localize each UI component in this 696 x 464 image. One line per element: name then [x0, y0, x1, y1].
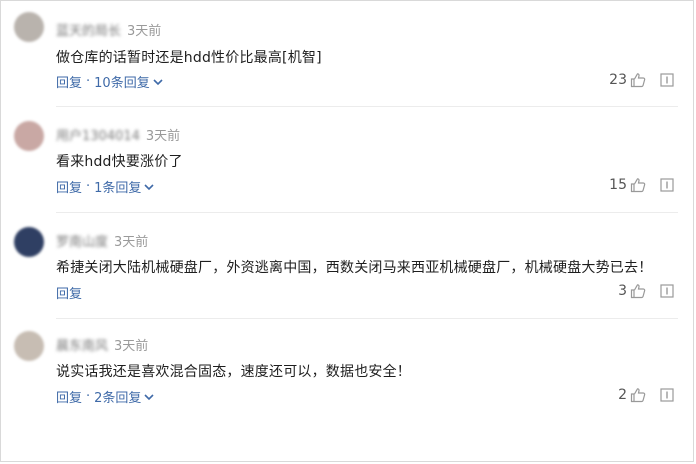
separator-dot: · [86, 179, 91, 194]
thumb-up-icon[interactable] [630, 283, 646, 299]
separator-dot: · [86, 389, 91, 404]
timestamp: 3天前 [127, 24, 162, 39]
comment-side-actions: 15 [609, 177, 674, 193]
report-icon[interactable] [660, 388, 674, 402]
avatar[interactable] [14, 121, 44, 151]
comment-meta: 蓝天的局长 3天前 [56, 20, 161, 39]
comment-meta: 用户1304014 3天前 [56, 125, 180, 144]
chevron-down-icon[interactable] [152, 76, 164, 88]
comment-meta: 晨东南风 3天前 [56, 335, 148, 354]
avatar[interactable] [14, 227, 44, 257]
thumb-up-icon[interactable] [630, 72, 646, 88]
chevron-down-icon[interactable] [143, 181, 155, 193]
comment-text: 看来hdd快要涨价了 [56, 154, 183, 170]
like-count: 15 [609, 177, 627, 193]
avatar[interactable] [14, 12, 44, 42]
report-icon[interactable] [660, 73, 674, 87]
report-icon[interactable] [660, 178, 674, 192]
thumb-up-icon[interactable] [630, 177, 646, 193]
comment-side-actions: 3 [618, 283, 674, 299]
reply-button[interactable]: 回复 [56, 177, 82, 196]
thumb-up-icon[interactable] [630, 387, 646, 403]
like-count: 2 [618, 387, 627, 403]
username[interactable]: 晨东南风 [56, 339, 108, 354]
reply-button[interactable]: 回复 [56, 283, 82, 302]
username[interactable]: 蓝天的局长 [56, 24, 121, 39]
reply-button[interactable]: 回复 [56, 387, 82, 406]
comment-actions: 回复 · 1条回复 [56, 177, 155, 196]
view-replies-button[interactable]: 10条回复 [94, 72, 150, 91]
view-replies-button[interactable]: 1条回复 [94, 177, 141, 196]
comment-actions: 回复 · 10条回复 [56, 72, 164, 91]
like-count: 3 [618, 283, 627, 299]
comment-actions: 回复 · 2条回复 [56, 387, 155, 406]
comment-text: 做仓库的话暂时还是hdd性价比最高[机智] [56, 50, 322, 66]
divider [56, 318, 678, 319]
avatar[interactable] [14, 331, 44, 361]
timestamp: 3天前 [114, 235, 149, 250]
comment-side-actions: 2 [618, 387, 674, 403]
chevron-down-icon[interactable] [143, 391, 155, 403]
username[interactable]: 用户1304014 [56, 129, 140, 144]
comment-meta: 罗南山度 3天前 [56, 231, 148, 250]
comment-text: 说实话我还是喜欢混合固态，速度还可以，数据也安全！ [56, 364, 411, 380]
timestamp: 3天前 [145, 129, 181, 144]
divider [56, 106, 678, 107]
like-count: 23 [609, 72, 627, 88]
divider [56, 212, 678, 213]
comment-side-actions: 23 [609, 72, 674, 88]
report-icon[interactable] [660, 284, 674, 298]
comment-text: 希捷关闭大陆机械硬盘厂，外资逃离中国，西数关闭马来西亚机械硬盘厂，机械硬盘大势已… [56, 260, 653, 276]
timestamp: 3天前 [114, 339, 149, 354]
reply-button[interactable]: 回复 [56, 72, 82, 91]
separator-dot: · [86, 74, 91, 89]
comment-actions: 回复 [56, 283, 82, 302]
username[interactable]: 罗南山度 [56, 235, 108, 250]
view-replies-button[interactable]: 2条回复 [94, 387, 141, 406]
